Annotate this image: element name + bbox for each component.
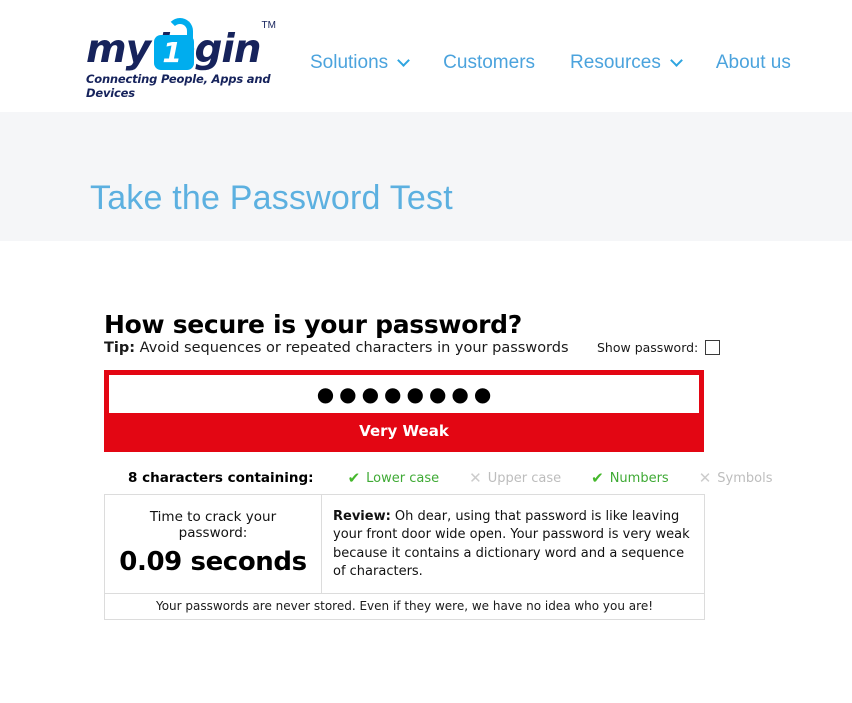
trademark-symbol: TM: [261, 20, 276, 31]
chevron-down-icon: [669, 54, 683, 67]
nav-item-customers[interactable]: Customers: [443, 52, 535, 74]
hero-band: Take the Password Test: [0, 112, 852, 241]
nav-label-customers: Customers: [443, 52, 536, 73]
site-header: my 1 login TM Connecting People, Apps an…: [0, 0, 852, 112]
nav-item-solutions[interactable]: Solutions: [310, 52, 411, 74]
padlock-icon: 1: [152, 18, 195, 70]
criterion-label-numbers: Numbers: [609, 470, 669, 486]
check-icon: ✔: [591, 469, 604, 487]
section-heading: How secure is your password?: [104, 309, 522, 339]
cross-icon: ✕: [469, 469, 482, 487]
strength-label: Very Weak: [359, 422, 449, 440]
tip-row: Tip: Avoid sequences or repeated charact…: [104, 340, 569, 356]
results-row: Time to crack your password: 0.09 second…: [105, 495, 704, 594]
criteria-summary-label: 8 characters containing:: [128, 470, 314, 486]
criterion-label-symbols: Symbols: [717, 470, 773, 486]
nav-item-resources[interactable]: Resources: [570, 52, 683, 74]
chevron-down-icon: [397, 54, 411, 67]
nav-label-resources: Resources: [570, 52, 661, 73]
results-panel: Time to crack your password: 0.09 second…: [104, 494, 705, 620]
logo-text-one: 1: [162, 36, 182, 69]
nav-label-solutions: Solutions: [310, 52, 389, 73]
review-cell: Review: Oh dear, using that password is …: [322, 495, 704, 593]
password-strength-container: ●●●●●●●● Very Weak: [104, 370, 704, 452]
review-label: Review:: [333, 509, 391, 524]
criterion-label-upper-case: Upper case: [487, 470, 562, 486]
password-input[interactable]: ●●●●●●●●: [109, 375, 699, 413]
tip-text: Avoid sequences or repeated characters i…: [135, 340, 569, 356]
nav-item-about-us[interactable]: About us: [716, 52, 791, 74]
criterion-label-lower-case: Lower case: [366, 470, 440, 486]
show-password-label: Show password:: [597, 340, 699, 355]
main-navigation: Solutions Customers Resources About us: [310, 52, 791, 74]
show-password-control[interactable]: Show password:: [597, 340, 721, 355]
check-icon: ✔: [347, 469, 361, 487]
criteria-row: 8 characters containing: ✔ Lower case ✕ …: [104, 465, 772, 491]
show-password-checkbox[interactable]: [705, 340, 721, 355]
crack-time-cell: Time to crack your password: 0.09 second…: [105, 495, 322, 593]
logo-text-my: my: [86, 27, 151, 72]
page-title: Take the Password Test: [90, 178, 453, 217]
crack-time-value: 0.09 seconds: [119, 547, 307, 577]
criterion-lower-case: ✔ Lower case: [348, 469, 440, 487]
criterion-upper-case: ✕ Upper case: [469, 469, 561, 487]
main-content: How secure is your password? Tip: Avoid …: [0, 241, 852, 703]
cross-icon: ✕: [698, 469, 712, 487]
crack-time-label: Time to crack your password:: [149, 509, 277, 541]
logo-tagline: Connecting People, Apps and Devices: [86, 72, 271, 100]
privacy-note: Your passwords are never stored. Even if…: [155, 599, 654, 613]
site-logo[interactable]: my 1 login TM Connecting People, Apps an…: [86, 16, 276, 100]
logo-wordmark: my 1 login TM: [86, 16, 276, 70]
criterion-symbols: ✕ Symbols: [699, 469, 773, 487]
tip-label: Tip:: [104, 340, 136, 356]
nav-label-about-us: About us: [715, 52, 791, 73]
password-masked-value: ●●●●●●●●: [316, 382, 497, 406]
criterion-numbers: ✔ Numbers: [591, 469, 669, 487]
